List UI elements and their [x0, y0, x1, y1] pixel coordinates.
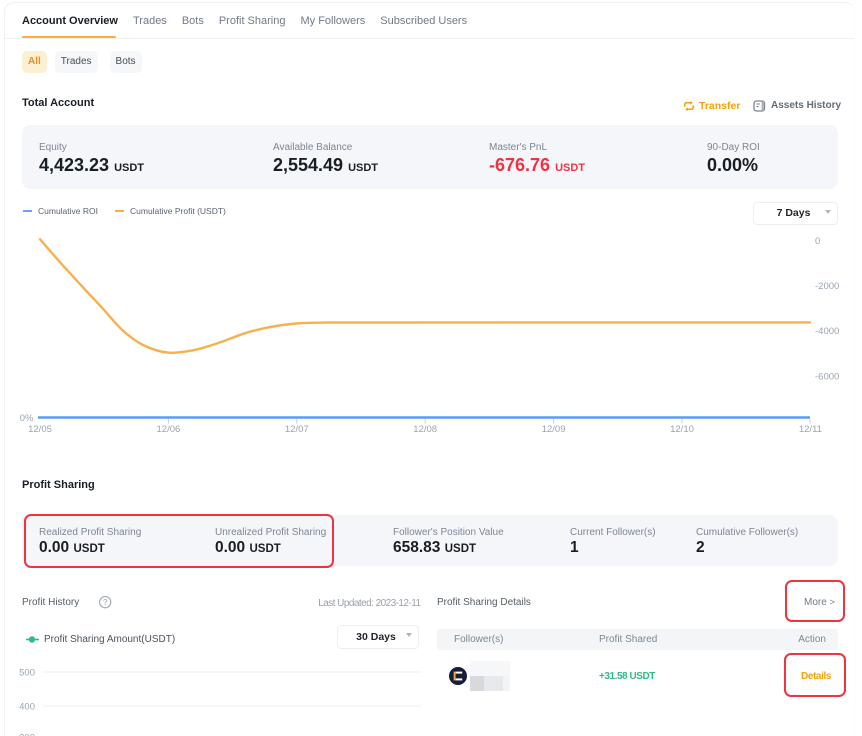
svg-text:12/11: 12/11	[799, 424, 822, 435]
svg-text:12/10: 12/10	[670, 424, 694, 435]
svg-text:12/09: 12/09	[542, 424, 566, 435]
svg-text:-2000: -2000	[815, 281, 839, 292]
svg-text:-4000: -4000	[815, 326, 839, 337]
svg-text:-6000: -6000	[815, 371, 839, 382]
svg-text:0%: 0%	[20, 413, 34, 424]
svg-text:12/05: 12/05	[28, 424, 52, 435]
svg-text:12/06: 12/06	[157, 424, 181, 435]
svg-text:400: 400	[19, 702, 35, 713]
svg-text:300: 300	[19, 733, 35, 736]
svg-text:12/08: 12/08	[413, 424, 437, 435]
svg-text:?: ?	[102, 597, 107, 607]
svg-text:12/07: 12/07	[285, 424, 309, 435]
svg-text:0: 0	[815, 236, 820, 247]
svg-text:500: 500	[19, 668, 35, 679]
